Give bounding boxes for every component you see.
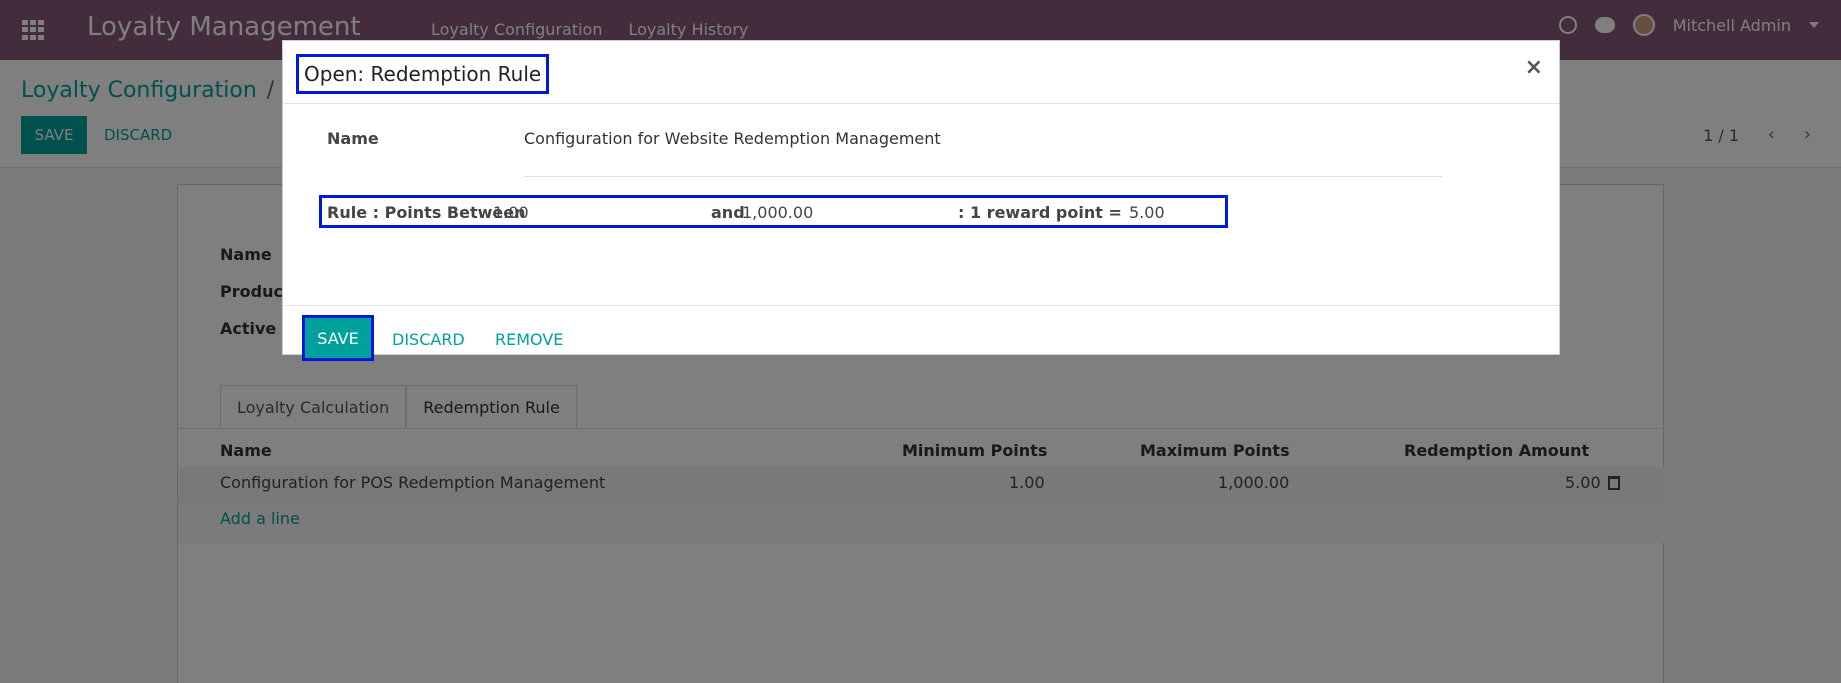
name-label: Name: [327, 129, 379, 148]
modal-header: Open: Redemption Rule ×: [283, 41, 1559, 104]
modal-footer: SAVE DISCARD REMOVE: [283, 306, 1559, 361]
name-field-underline: [524, 176, 1442, 177]
rule-min-points-field[interactable]: 1.00: [493, 203, 529, 222]
close-icon[interactable]: ×: [1525, 55, 1543, 80]
rule-reward-label: : 1 reward point =: [958, 203, 1122, 222]
rule-max-points-field[interactable]: 1,000.00: [742, 203, 813, 222]
modal-remove-button[interactable]: REMOVE: [495, 330, 563, 349]
name-field[interactable]: Configuration for Website Redemption Man…: [524, 129, 941, 148]
modal-discard-button[interactable]: DISCARD: [392, 330, 465, 349]
redemption-rule-dialog: Open: Redemption Rule × Name Configurati…: [282, 40, 1560, 361]
rule-amount-field[interactable]: 5.00: [1129, 203, 1165, 222]
rule-row: Rule : Points Between 1.00 and 1,000.00 …: [319, 195, 1228, 228]
modal-title: Open: Redemption Rule: [296, 54, 550, 94]
rule-and-label: and: [711, 203, 745, 222]
modal-save-button[interactable]: SAVE: [302, 315, 374, 361]
